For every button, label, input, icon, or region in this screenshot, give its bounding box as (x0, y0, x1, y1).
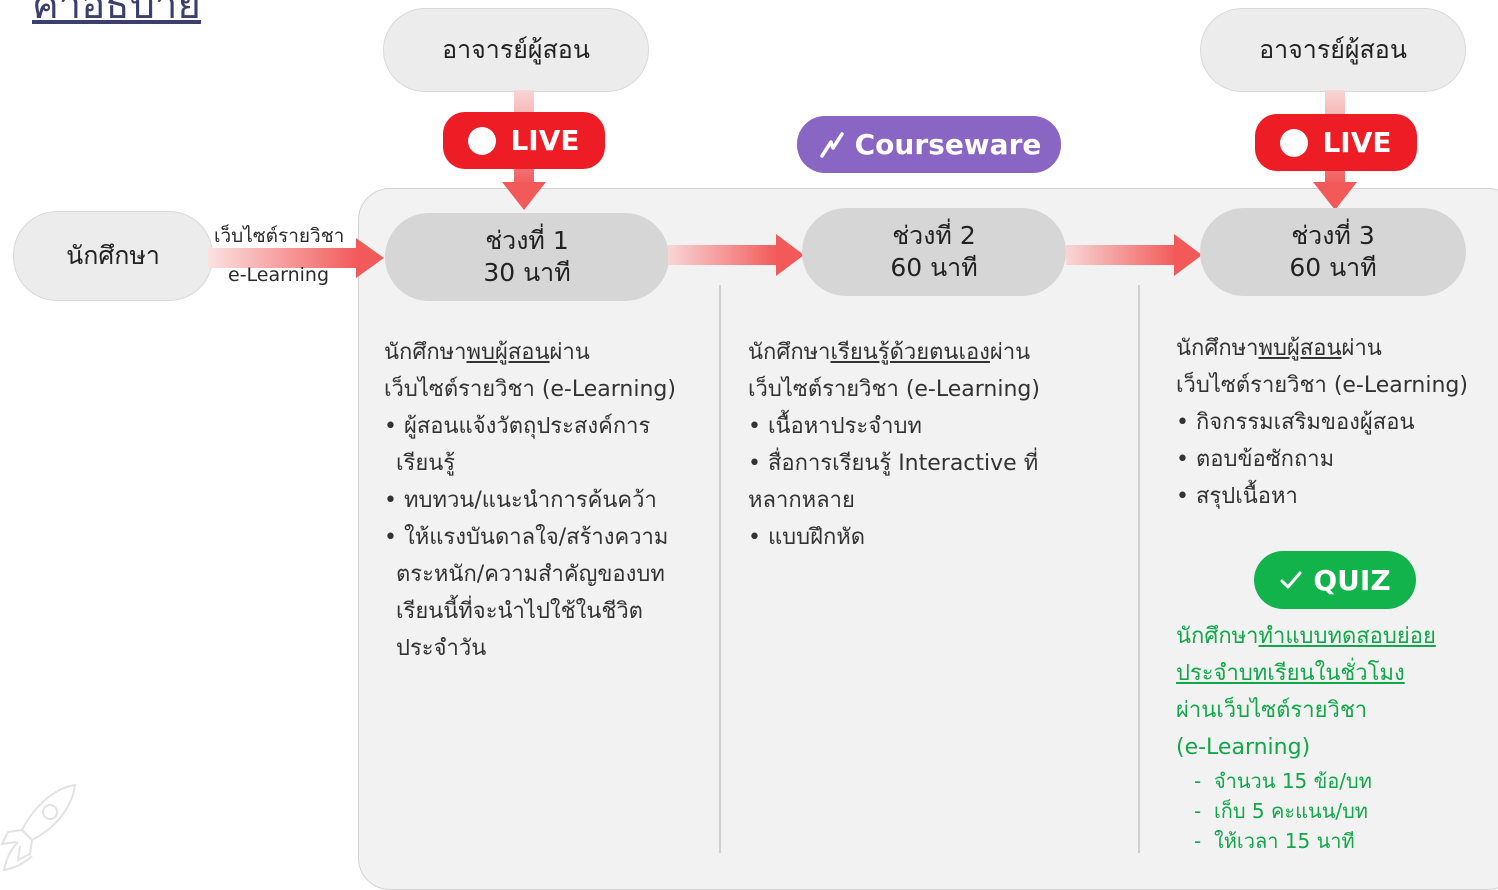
session1-description: นักศึกษาพบผู้สอนผ่าน เว็บไซต์รายวิชา (e-… (384, 334, 694, 667)
session3-intro: นักศึกษาพบผู้สอนผ่าน (1176, 336, 1382, 361)
session-title-1: ช่วงที่ 1 (485, 225, 569, 255)
student-label: นักศึกษา (66, 240, 160, 270)
column-divider (1138, 285, 1140, 853)
session2-description: นักศึกษาเรียนรู้ด้วยตนเองผ่าน เว็บไซต์รา… (748, 334, 1078, 556)
arrow-session2-session3 (1066, 234, 1202, 276)
session-node-1: ช่วงที่ 1 30 นาที (385, 213, 669, 301)
quiz-label: QUIZ (1313, 563, 1391, 597)
list-item: • เนื้อหาประจำบท (748, 414, 922, 439)
session3-description: นักศึกษาพบผู้สอนผ่าน เว็บไซต์รายวิชา (e-… (1176, 330, 1476, 515)
list-item: • ผู้สอนแจ้งวัตถุประสงค์การเรียนรู้ (384, 414, 651, 476)
rocket-icon (0, 783, 77, 872)
teacher-label-1: อาจารย์ผู้สอน (442, 34, 590, 64)
lightning-icon (819, 131, 844, 158)
list-item: • ทบทวน/แนะนำการค้นคว้า (384, 488, 657, 513)
list-item: - จำนวน 15 ข้อ/บท (1194, 769, 1372, 793)
live-badge-1: LIVE (443, 112, 605, 169)
student-node: นักศึกษา (13, 211, 213, 301)
teacher-node-1: อาจารย์ผู้สอน (383, 8, 649, 92)
session-duration-3: 60 นาที (1289, 253, 1377, 282)
session-node-3: ช่วงที่ 3 60 นาที (1200, 208, 1466, 296)
list-item: • กิจกรรมเสริมของผู้สอน (1176, 410, 1415, 435)
session-title-3: ช่วงที่ 3 (1291, 220, 1375, 250)
session-title-2: ช่วงที่ 2 (892, 220, 976, 250)
courseware-label: Courseware (854, 128, 1042, 161)
session2-intro-line2: เว็บไซต์รายวิชา (e-Learning) (748, 377, 1040, 402)
list-item: • ตอบข้อซักถาม (1176, 447, 1335, 472)
list-item: • แบบฝึกหัด (748, 525, 866, 550)
quiz-intro-line2: ประจำบทเรียนในชั่วโมง (1176, 661, 1405, 686)
quiz-description: นักศึกษาทำแบบทดสอบย่อย ประจำบทเรียนในชั่… (1176, 618, 1486, 856)
session-node-2: ช่วงที่ 2 60 นาที (802, 208, 1066, 296)
quiz-intro: นักศึกษาทำแบบทดสอบย่อย (1176, 624, 1436, 649)
quiz-badge: QUIZ (1254, 551, 1416, 609)
session1-intro: นักศึกษาพบผู้สอนผ่าน (384, 340, 590, 365)
live-badge-3: LIVE (1255, 114, 1417, 171)
list-item: • ให้แรงบันดาลใจ/สร้างความตระหนัก/ความสำ… (384, 525, 669, 661)
arrow-session1-session2 (668, 234, 804, 276)
link-label-line1: เว็บไซต์รายวิชา (214, 225, 345, 247)
teacher-node-3: อาจารย์ผู้สอน (1200, 8, 1466, 92)
check-icon (1280, 571, 1302, 589)
quiz-intro-line4: (e-Learning) (1176, 735, 1311, 760)
list-item: • สื่อการเรียนรู้ Interactive ที่หลากหลา… (748, 451, 1039, 513)
link-label-line2: e-Learning (228, 264, 330, 286)
live-dot-icon (468, 126, 497, 155)
column-divider (719, 285, 721, 853)
session1-intro-line2: เว็บไซต์รายวิชา (e-Learning) (384, 377, 676, 402)
courseware-badge: Courseware (797, 116, 1061, 173)
session2-intro: นักศึกษาเรียนรู้ด้วยตนเองผ่าน (748, 340, 1031, 365)
session-duration-1: 30 นาที (483, 258, 571, 287)
list-item: • สรุปเนื้อหา (1176, 484, 1298, 509)
list-item: - เก็บ 5 คะแนน/บท (1194, 799, 1368, 823)
teacher-label-3: อาจารย์ผู้สอน (1259, 34, 1407, 64)
live-label-1: LIVE (510, 124, 580, 157)
page-heading: คำอธิบาย (32, 0, 201, 28)
quiz-intro-line3: ผ่านเว็บไซต์รายวิชา (1176, 698, 1368, 723)
session-duration-2: 60 นาที (890, 253, 978, 282)
live-dot-icon (1280, 128, 1309, 157)
session3-intro-line2: เว็บไซต์รายวิชา (e-Learning) (1176, 373, 1468, 398)
list-item: - ให้เวลา 15 นาที (1194, 829, 1355, 853)
live-label-3: LIVE (1322, 126, 1392, 159)
